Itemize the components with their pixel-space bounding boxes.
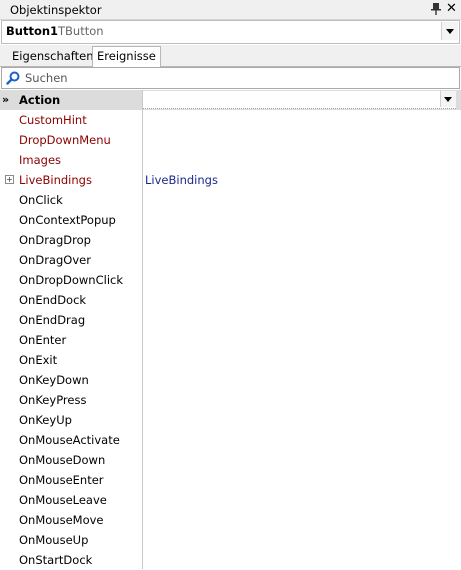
event-row[interactable]: OnEndDock xyxy=(0,290,461,310)
event-row[interactable]: OnKeyDown xyxy=(0,370,461,390)
event-row[interactable]: OnMouseUp xyxy=(0,530,461,550)
event-name: OnKeyUp xyxy=(19,413,72,427)
event-value[interactable]: LiveBindings xyxy=(145,173,218,187)
event-row[interactable]: OnClick xyxy=(0,190,461,210)
pin-icon[interactable] xyxy=(431,3,441,15)
event-name: OnMouseEnter xyxy=(19,473,104,487)
event-name: OnMouseActivate xyxy=(19,433,120,447)
event-row[interactable]: OnMouseDown xyxy=(0,450,461,470)
event-name: OnDragDrop xyxy=(19,233,91,247)
event-name: OnContextPopup xyxy=(19,213,116,227)
double-chevron-right-icon: » xyxy=(2,93,9,106)
event-row[interactable]: OnDropDownClick xyxy=(0,270,461,290)
event-row[interactable]: OnEndDrag xyxy=(0,310,461,330)
event-row[interactable]: OnDragDrop xyxy=(0,230,461,250)
event-row[interactable]: OnMouseActivate xyxy=(0,430,461,450)
event-row[interactable]: OnStartDock xyxy=(0,550,461,570)
event-row[interactable]: Images xyxy=(0,150,461,170)
window-title: Objektinspektor xyxy=(10,3,102,17)
event-name: OnKeyPress xyxy=(19,393,87,407)
event-name: Images xyxy=(19,153,62,167)
event-name: DropDownMenu xyxy=(19,133,111,147)
column-divider[interactable] xyxy=(142,90,143,569)
event-row[interactable]: » Action xyxy=(0,90,461,110)
event-name: OnDragOver xyxy=(19,253,91,267)
event-name: OnDropDownClick xyxy=(19,273,123,287)
magnifier-icon xyxy=(6,71,20,85)
event-row[interactable]: OnContextPopup xyxy=(0,210,461,230)
plus-box-icon[interactable]: + xyxy=(5,175,14,184)
tab-events[interactable]: Ereignisse xyxy=(92,46,161,67)
event-row[interactable]: OnKeyPress xyxy=(0,390,461,410)
search-placeholder: Suchen xyxy=(25,71,68,85)
event-row[interactable]: OnMouseMove xyxy=(0,510,461,530)
event-name: OnMouseUp xyxy=(19,533,89,547)
event-name: OnKeyDown xyxy=(19,373,89,387)
event-row[interactable]: OnEnter xyxy=(0,330,461,350)
value-dropdown-button[interactable] xyxy=(440,91,456,107)
event-name: OnMouseLeave xyxy=(19,493,107,507)
event-name: OnClick xyxy=(19,193,63,207)
title-bar: Objektinspektor ✕ xyxy=(0,0,461,20)
tab-strip: Eigenschaften Ereignisse xyxy=(0,45,461,67)
event-row[interactable]: DropDownMenu xyxy=(0,130,461,150)
tab-properties[interactable]: Eigenschaften xyxy=(8,47,98,65)
chevron-down-icon xyxy=(444,97,452,102)
component-selector[interactable]: Button1 TButton xyxy=(1,20,460,44)
event-row[interactable]: OnDragOver xyxy=(0,250,461,270)
chevron-down-icon xyxy=(446,29,454,34)
component-dropdown-button[interactable] xyxy=(441,22,458,40)
event-value-field[interactable] xyxy=(143,91,456,109)
event-row[interactable]: OnMouseEnter xyxy=(0,470,461,490)
event-name: OnStartDock xyxy=(19,553,93,567)
search-box[interactable]: Suchen xyxy=(1,67,460,89)
component-name: Button1 xyxy=(6,24,59,38)
event-name: OnEnter xyxy=(19,333,67,347)
event-name: Action xyxy=(19,93,61,107)
close-icon[interactable]: ✕ xyxy=(446,2,457,16)
event-row[interactable]: CustomHint xyxy=(0,110,461,130)
event-name: OnMouseMove xyxy=(19,513,104,527)
event-name: OnEndDock xyxy=(19,293,87,307)
component-type: TButton xyxy=(58,24,104,38)
event-row[interactable]: OnExit xyxy=(0,350,461,370)
event-name: OnMouseDown xyxy=(19,453,106,467)
event-row[interactable]: OnKeyUp xyxy=(0,410,461,430)
event-name: OnExit xyxy=(19,353,58,367)
event-name: LiveBindings xyxy=(19,173,92,187)
event-name: OnEndDrag xyxy=(19,313,86,327)
event-grid: » Action CustomHint DropDownMenu Images + Live… xyxy=(0,90,461,569)
event-row[interactable]: OnMouseLeave xyxy=(0,490,461,510)
event-row[interactable]: + LiveBindings LiveBindings xyxy=(0,170,461,190)
event-name: CustomHint xyxy=(19,113,87,127)
